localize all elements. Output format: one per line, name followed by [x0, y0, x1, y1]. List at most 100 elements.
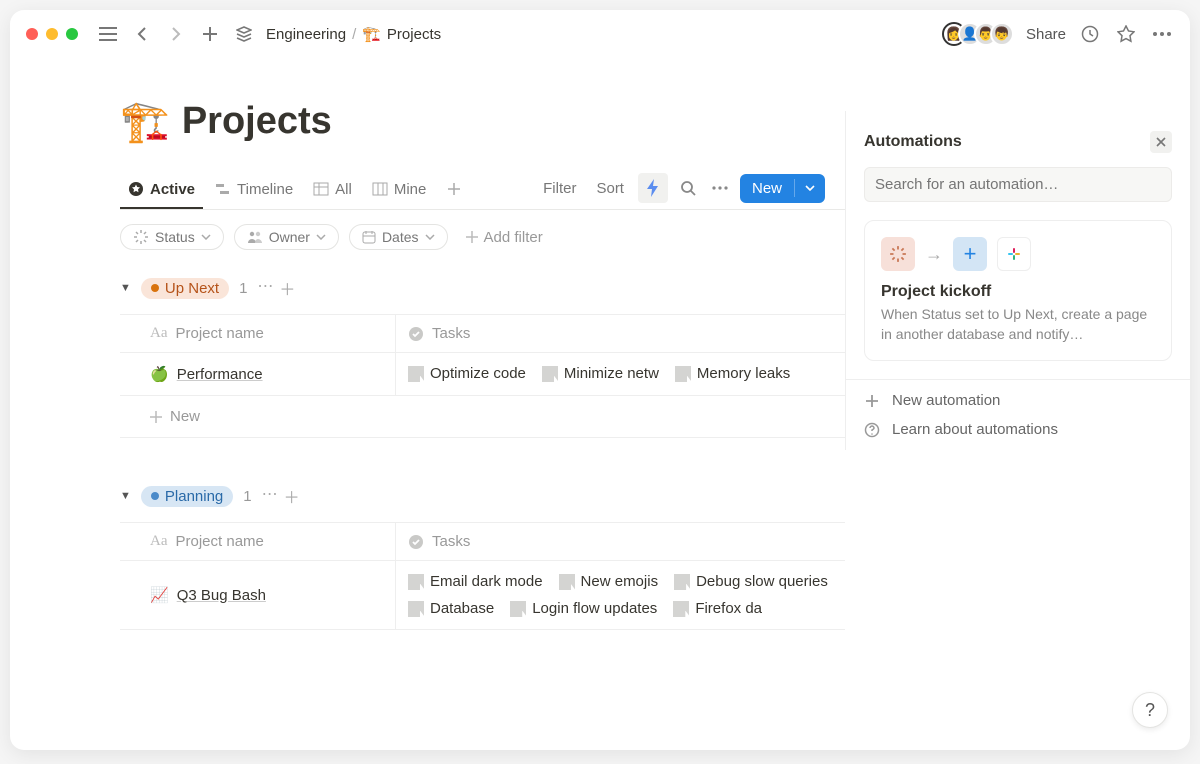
column-header-tasks[interactable]: Tasks — [395, 523, 845, 560]
chevron-down-icon[interactable] — [794, 179, 825, 197]
sidebar-toggle-icon[interactable] — [96, 22, 120, 46]
cell-tasks[interactable]: Optimize code Minimize netw Memory leaks — [395, 353, 845, 395]
filter-owner-chip[interactable]: Owner — [234, 224, 339, 250]
task-item[interactable]: Database — [408, 600, 494, 617]
breadcrumb-current[interactable]: Projects — [387, 26, 441, 43]
task-item[interactable]: Debug slow queries — [674, 573, 828, 590]
page-header: 🏗️ Projects — [120, 98, 845, 145]
plus-icon — [150, 411, 162, 423]
new-row-button[interactable]: New — [120, 396, 845, 438]
task-item[interactable]: New emojis — [559, 573, 659, 590]
back-icon[interactable] — [130, 22, 154, 46]
layers-icon[interactable] — [232, 22, 256, 46]
tab-active[interactable]: Active — [120, 175, 203, 208]
automation-search-input[interactable] — [864, 167, 1172, 202]
tab-timeline[interactable]: Timeline — [207, 175, 301, 208]
project-title: Q3 Bug Bash — [177, 587, 266, 604]
task-label: Database — [430, 600, 494, 617]
tab-all[interactable]: All — [305, 175, 360, 208]
add-filter-button[interactable]: Add filter — [458, 225, 551, 250]
sort-button[interactable]: Sort — [590, 176, 630, 201]
add-view-button[interactable] — [438, 175, 470, 208]
column-label: Project name — [176, 533, 264, 550]
new-page-icon[interactable] — [198, 22, 222, 46]
task-item[interactable]: Memory leaks — [675, 365, 790, 382]
help-fab[interactable]: ? — [1132, 692, 1168, 728]
new-button[interactable]: New — [740, 174, 825, 203]
group-add-icon[interactable]: ＋ — [279, 276, 295, 300]
filter-dates-chip[interactable]: Dates — [349, 224, 448, 250]
learn-automations-button[interactable]: Learn about automations — [864, 421, 1172, 438]
task-label: Login flow updates — [532, 600, 657, 617]
create-page-action-icon: + — [953, 237, 987, 271]
page-title[interactable]: Projects — [182, 100, 332, 143]
timeline-icon — [215, 181, 231, 197]
cell-tasks[interactable]: Email dark mode New emojis Debug slow quer… — [395, 561, 845, 629]
status-spinner-icon — [133, 229, 149, 245]
plus-icon — [864, 393, 880, 409]
group-more-icon[interactable]: ⋯ — [257, 276, 273, 300]
share-button[interactable]: Share — [1026, 26, 1066, 43]
close-panel-icon[interactable] — [1150, 131, 1172, 153]
collapse-toggle-icon[interactable]: ▼ — [120, 490, 131, 502]
star-filled-icon — [128, 181, 144, 197]
group-more-icon[interactable]: ⋯ — [262, 484, 278, 508]
task-item[interactable]: Firefox da — [673, 600, 762, 617]
filter-status-chip[interactable]: Status — [120, 224, 224, 250]
window-controls — [26, 28, 78, 40]
group-add-icon[interactable]: ＋ — [284, 484, 300, 508]
slack-icon — [997, 237, 1031, 271]
group: ▼ Planning 1 ⋯ ＋ Aa Project name Tasks 📈 — [120, 478, 845, 630]
cell-project-name[interactable]: 🍏 Performance — [120, 353, 395, 395]
filter-chips: Status Owner Dates Add filter — [120, 210, 845, 264]
tab-label: Mine — [394, 181, 427, 198]
maximize-window-icon[interactable] — [66, 28, 78, 40]
column-label: Tasks — [432, 325, 470, 342]
plus-icon — [466, 231, 478, 243]
task-item[interactable]: Login flow updates — [510, 600, 657, 617]
more-icon[interactable] — [1150, 22, 1174, 46]
automations-icon[interactable] — [638, 173, 668, 203]
page-emoji-icon[interactable]: 🏗️ — [120, 98, 170, 145]
tab-mine[interactable]: Mine — [364, 175, 435, 208]
table-row[interactable]: 📈 Q3 Bug Bash Email dark mode New emojis D… — [120, 561, 845, 630]
forward-icon[interactable] — [164, 22, 188, 46]
task-item[interactable]: Optimize code — [408, 365, 526, 382]
tab-label: Active — [150, 181, 195, 198]
table-row[interactable]: 🍏 Performance Optimize code Minimize netw… — [120, 353, 845, 396]
minimize-window-icon[interactable] — [46, 28, 58, 40]
group-header: ▼ Up Next 1 ⋯ ＋ — [120, 270, 845, 306]
favorite-icon[interactable] — [1114, 22, 1138, 46]
avatar[interactable]: 👦 — [990, 22, 1014, 46]
page-icon — [510, 601, 526, 617]
group-status-pill[interactable]: Up Next — [141, 278, 229, 299]
column-header-tasks[interactable]: Tasks — [395, 315, 845, 352]
topbar-right: 👩 👤 👨 👦 Share — [942, 22, 1174, 46]
breadcrumb-parent[interactable]: Engineering — [266, 26, 346, 43]
task-label: Memory leaks — [697, 365, 790, 382]
updates-icon[interactable] — [1078, 22, 1102, 46]
filter-button[interactable]: Filter — [537, 176, 582, 201]
page-icon — [675, 366, 691, 382]
crane-icon: 🏗️ — [362, 25, 381, 43]
column-header-name[interactable]: Aa Project name — [120, 315, 395, 352]
search-icon[interactable] — [676, 176, 700, 200]
more-options-icon[interactable] — [708, 176, 732, 200]
presence-avatars[interactable]: 👩 👤 👨 👦 — [942, 22, 1014, 46]
close-window-icon[interactable] — [26, 28, 38, 40]
project-title: Performance — [177, 366, 263, 383]
automation-card[interactable]: → + Project kickoff — [864, 220, 1172, 361]
task-item[interactable]: Email dark mode — [408, 573, 543, 590]
page-icon — [674, 574, 690, 590]
new-automation-button[interactable]: New automation — [864, 392, 1172, 409]
group: ▼ Up Next 1 ⋯ ＋ Aa Project name Tasks 🍏 — [120, 270, 845, 438]
chevron-down-icon — [425, 234, 435, 240]
text-property-icon: Aa — [150, 325, 168, 342]
cell-project-name[interactable]: 📈 Q3 Bug Bash — [120, 561, 395, 629]
chip-label: Owner — [269, 229, 310, 245]
column-header-name[interactable]: Aa Project name — [120, 523, 395, 560]
group-status-pill[interactable]: Planning — [141, 486, 233, 507]
automations-panel: Automations → + — [845, 111, 1190, 450]
task-item[interactable]: Minimize netw — [542, 365, 659, 382]
collapse-toggle-icon[interactable]: ▼ — [120, 282, 131, 294]
